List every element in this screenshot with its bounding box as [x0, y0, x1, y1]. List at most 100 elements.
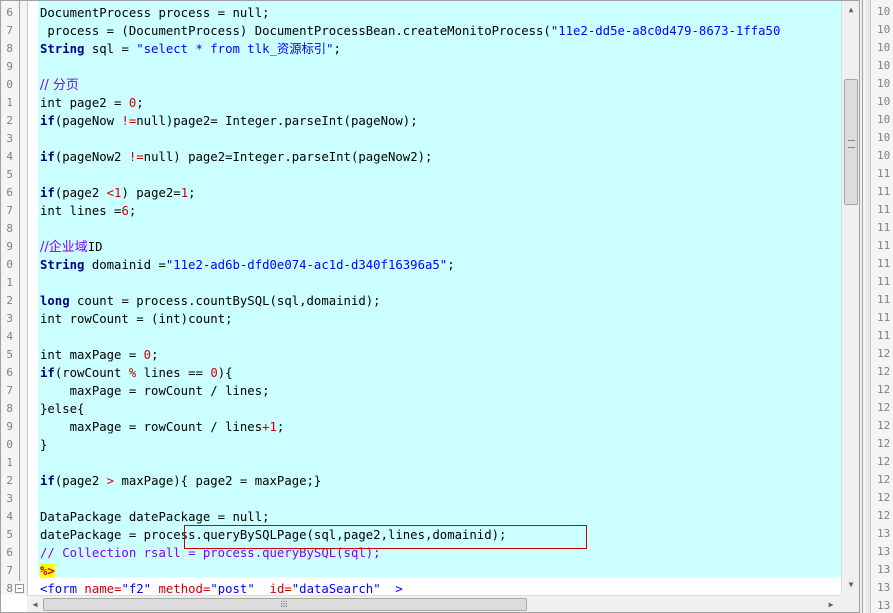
line-number: 7	[6, 564, 13, 577]
code-line: int rowCount = (int)count;	[40, 312, 233, 326]
line-number: 11	[877, 203, 891, 216]
line-number: 11	[877, 293, 891, 306]
code-line: DocumentProcess process = null;	[40, 6, 270, 20]
code-line: if(page2 > maxPage){ page2 = maxPage;}	[40, 474, 322, 488]
code-line: <form name="f2" method="post" id="dataSe…	[40, 580, 403, 595]
line-number: 3	[6, 492, 13, 505]
line-number-gutter: 6 7 8 9 0 1 2 3 4 5 6 7 8 9 0 1 2 3 4 5 …	[1, 1, 28, 595]
code-line: long count = process.countBySQL(sql,doma…	[40, 294, 381, 308]
line-number: 6	[6, 6, 13, 19]
code-line: int lines =6;	[40, 204, 137, 218]
scroll-right-arrow-icon[interactable]: ▶	[823, 597, 839, 612]
code-line: String sql = "select * from tlk_资源标引";	[40, 42, 341, 56]
line-number: 2	[6, 294, 13, 307]
line-number: 13	[877, 545, 891, 558]
line-number: 11	[877, 257, 891, 270]
code-line: if(pageNow2 !=null) page2=Integer.parseI…	[40, 150, 433, 164]
scroll-left-arrow-icon[interactable]: ◀	[27, 597, 43, 612]
line-number: 1	[6, 276, 13, 289]
line-number: 3	[6, 312, 13, 325]
line-number: 4	[6, 150, 13, 163]
line-number: 9	[6, 420, 13, 433]
code-line: // Collection rsall = process.queryBySQL…	[40, 546, 381, 560]
line-number: 10	[877, 23, 891, 36]
line-number: 10	[877, 113, 891, 126]
code-line: process = (DocumentProcess) DocumentProc…	[40, 24, 781, 38]
line-number: 1	[6, 456, 13, 469]
line-number: 10	[877, 77, 891, 90]
line-number: 6	[6, 546, 13, 559]
line-number: 12	[877, 509, 891, 522]
code-line: maxPage = rowCount / lines;	[40, 384, 270, 398]
code-line: %>	[40, 564, 55, 578]
line-number: 0	[6, 438, 13, 451]
code-line: if(pageNow !=null)page2= Integer.parseIn…	[40, 114, 418, 128]
code-line: datePackage = process.queryBySQLPage(sql…	[40, 528, 507, 542]
line-number: 12	[877, 365, 891, 378]
fold-toggle-icon[interactable]: −	[15, 584, 24, 593]
line-number: 8	[6, 42, 13, 55]
code-line: int maxPage = 0;	[40, 348, 159, 362]
line-number: 10	[877, 59, 891, 72]
line-number: 13	[877, 563, 891, 576]
line-number: 4	[6, 330, 13, 343]
code-line: String domainid ="11e2-ad6b-dfd0e074-ac1…	[40, 258, 455, 272]
line-number: 7	[6, 24, 13, 37]
line-number: 4	[6, 510, 13, 523]
line-number: 2	[6, 114, 13, 127]
line-number: 12	[877, 455, 891, 468]
line-number: 5	[6, 168, 13, 181]
code-line: maxPage = rowCount / lines+1;	[40, 420, 285, 434]
scrollbar-corner	[841, 595, 859, 612]
line-number: 0	[6, 258, 13, 271]
code-line: // 分页	[40, 78, 79, 93]
line-number: 10	[877, 131, 891, 144]
line-number: 6	[6, 186, 13, 199]
line-number: 10	[877, 149, 891, 162]
code-line: if(rowCount % lines == 0){	[40, 366, 233, 380]
code-editor[interactable]: 6 7 8 9 0 1 2 3 4 5 6 7 8 9 0 1 2 3 4 5 …	[0, 0, 860, 613]
scroll-grip-icon: ⁞⁞⁞	[280, 600, 288, 609]
vertical-scroll-thumb[interactable]	[844, 79, 858, 205]
line-number: 1	[6, 96, 13, 109]
line-number: 8	[6, 582, 13, 595]
line-number: 11	[877, 275, 891, 288]
scroll-grip-icon	[848, 140, 855, 148]
line-number: 0	[6, 78, 13, 91]
line-number: 10	[877, 5, 891, 18]
secondary-pane-margin	[866, 0, 871, 613]
line-number: 11	[877, 167, 891, 180]
scroll-down-arrow-icon[interactable]: ▼	[843, 577, 859, 593]
line-number: 13	[877, 581, 891, 594]
line-number: 9	[6, 240, 13, 253]
code-line: DataPackage datePackage = null;	[40, 510, 270, 524]
line-number: 5	[6, 348, 13, 361]
horizontal-scroll-thumb[interactable]: ⁞⁞⁞	[43, 598, 527, 611]
line-number: 11	[877, 329, 891, 342]
line-number: 11	[877, 221, 891, 234]
fold-guide-line	[19, 1, 20, 581]
code-area[interactable]: DocumentProcess process = null; process …	[38, 1, 841, 595]
line-number: 11	[877, 185, 891, 198]
vertical-scrollbar[interactable]: ▲ ▼	[841, 1, 859, 595]
code-line: }else{	[40, 402, 85, 416]
scroll-up-arrow-icon[interactable]: ▲	[843, 2, 859, 18]
line-number: 12	[877, 383, 891, 396]
code-line: //企业域ID	[40, 240, 103, 255]
line-number: 8	[6, 222, 13, 235]
line-number: 12	[877, 437, 891, 450]
line-number: 10	[877, 41, 891, 54]
line-number: 10	[877, 95, 891, 108]
line-number: 12	[877, 401, 891, 414]
scriptlet-highlight-region	[38, 1, 841, 577]
horizontal-scrollbar[interactable]: ◀ ⁞⁞⁞ ▶	[27, 595, 841, 612]
line-number: 13	[877, 599, 891, 612]
line-number: 7	[6, 384, 13, 397]
line-number: 13	[877, 527, 891, 540]
secondary-editor-pane[interactable]: 10 10 10 10 10 10 10 10 10 11 11 11 11 1…	[862, 0, 893, 613]
line-number: 8	[6, 402, 13, 415]
line-number: 12	[877, 347, 891, 360]
line-number: 12	[877, 419, 891, 432]
line-number: 12	[877, 473, 891, 486]
code-line: int page2 = 0;	[40, 96, 144, 110]
